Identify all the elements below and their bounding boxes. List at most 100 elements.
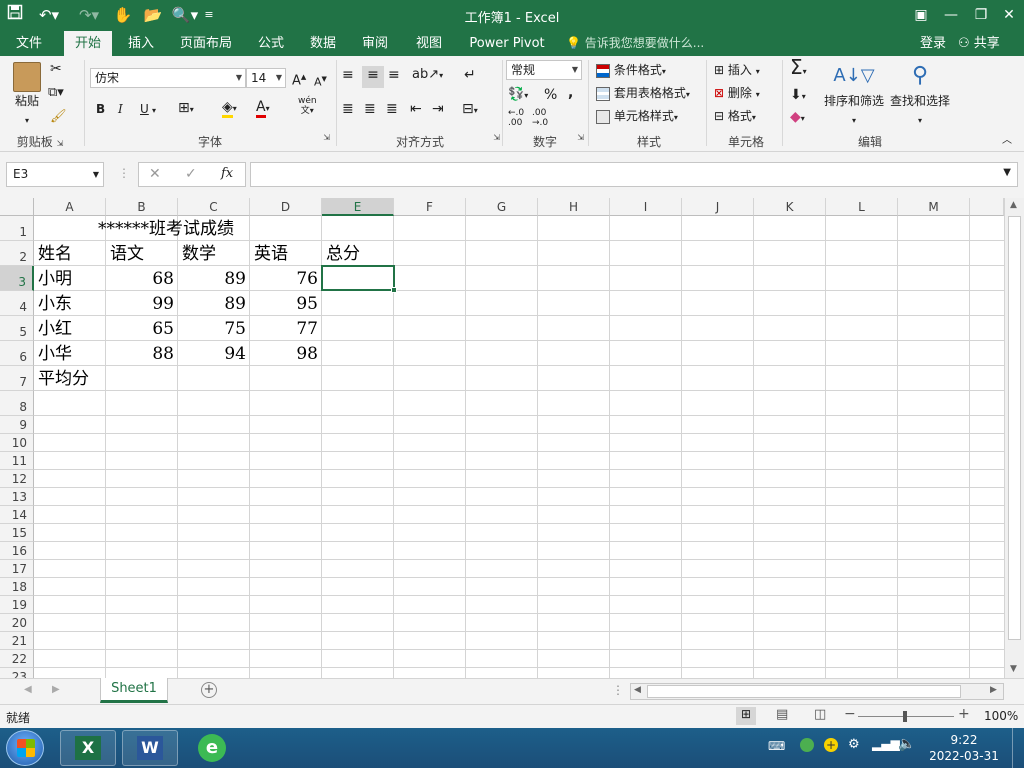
formula-input[interactable]: ▼	[250, 162, 1018, 187]
column-header-b[interactable]: B	[106, 198, 178, 216]
enter-icon[interactable]: ✓	[185, 166, 197, 182]
fill-handle[interactable]	[391, 287, 397, 293]
font-color-icon[interactable]: A▾	[256, 98, 270, 118]
tab-view[interactable]: 视图	[408, 31, 450, 56]
align-center-icon[interactable]: ≣	[364, 100, 376, 118]
chinese-score-cell[interactable]: 65	[106, 318, 174, 340]
column-header-d[interactable]: D	[250, 198, 322, 216]
row-header-4[interactable]: 4	[0, 291, 34, 316]
login-link[interactable]: 登录	[920, 31, 946, 56]
chinese-score-cell[interactable]: 88	[106, 343, 174, 365]
sheet-tab-sheet1[interactable]: Sheet1	[100, 678, 168, 703]
scroll-right-icon[interactable]: ▶	[990, 685, 997, 695]
student-name-cell[interactable]: 小红	[38, 318, 72, 340]
row-header-23[interactable]: 23	[0, 668, 34, 678]
tab-data[interactable]: 数据	[302, 31, 344, 56]
english-score-cell[interactable]: 77	[250, 318, 318, 340]
zoom-in-icon[interactable]: +	[958, 706, 970, 722]
column-header-a[interactable]: A	[34, 198, 106, 216]
row-header-16[interactable]: 16	[0, 542, 34, 560]
underline-button[interactable]: U	[140, 100, 149, 118]
paste-button[interactable]: 粘贴 ▾	[10, 60, 44, 125]
worksheet-grid[interactable]: A B C D E F G H I J K L M 1 2 3 4 5 6 7 …	[0, 198, 1024, 678]
cancel-icon[interactable]: ✕	[149, 166, 161, 182]
vertical-scroll-thumb[interactable]	[1008, 216, 1021, 640]
normal-view-icon[interactable]: ⊞	[736, 707, 756, 725]
tray-plus-icon[interactable]: +	[824, 738, 838, 752]
row-header-8[interactable]: 8	[0, 391, 34, 416]
align-bottom-icon[interactable]: ≡	[388, 66, 400, 84]
header-chinese-cell[interactable]: 语文	[110, 243, 144, 265]
math-score-cell[interactable]: 89	[178, 293, 246, 315]
prev-sheet-icon[interactable]: ◀	[24, 684, 32, 695]
student-name-cell[interactable]: 小华	[38, 343, 72, 365]
autosum-icon[interactable]: Σ▾	[790, 57, 807, 81]
chinese-score-cell[interactable]: 99	[106, 293, 174, 315]
english-score-cell[interactable]: 76	[250, 268, 318, 290]
conditional-formatting-button[interactable]: 条件格式▾	[596, 61, 666, 81]
next-sheet-icon[interactable]: ▶	[52, 684, 60, 695]
tab-formulas[interactable]: 公式	[250, 31, 292, 56]
wrap-text-icon[interactable]: ↵	[464, 66, 476, 84]
sheet-title-cell[interactable]: ******班考试成绩	[98, 218, 234, 240]
average-label-cell[interactable]: 平均分	[38, 368, 89, 390]
scroll-down-icon[interactable]: ▼	[1010, 664, 1017, 674]
increase-decimal-icon[interactable]: ←.0.00	[508, 108, 524, 128]
orientation-icon[interactable]: ab↗▾	[412, 66, 443, 85]
insert-cells-button[interactable]: ⊞ 插入 ▾	[714, 61, 760, 81]
font-size-select[interactable]: 14 ▼	[246, 68, 286, 88]
english-score-cell[interactable]: 98	[250, 343, 318, 365]
tell-me-search[interactable]: 💡 告诉我您想要做什么...	[566, 31, 704, 56]
column-header-h[interactable]: H	[538, 198, 610, 216]
taskbar-browser[interactable]: e	[184, 730, 240, 766]
close-button[interactable]: ✕	[994, 2, 1024, 28]
align-top-icon[interactable]: ≡	[342, 66, 354, 84]
header-english-cell[interactable]: 英语	[254, 243, 288, 265]
cut-icon[interactable]: ✂	[50, 60, 62, 78]
math-score-cell[interactable]: 89	[178, 268, 246, 290]
format-cells-button[interactable]: ⊟ 格式▾	[714, 107, 756, 127]
row-header-10[interactable]: 10	[0, 434, 34, 452]
align-middle-icon[interactable]: ≡	[362, 66, 384, 88]
vertical-scrollbar[interactable]: ▲ ▼	[1004, 198, 1024, 678]
row-header-3[interactable]: 3	[0, 266, 34, 291]
scroll-left-icon[interactable]: ◀	[634, 685, 641, 695]
tab-splitter-icon[interactable]: ⋮	[612, 683, 624, 697]
decrease-font-icon[interactable]: A▼	[314, 70, 327, 92]
english-score-cell[interactable]: 95	[250, 293, 318, 315]
fill-color-icon[interactable]: ◈▾	[222, 98, 237, 118]
format-painter-icon[interactable]: 🖌	[50, 108, 67, 126]
header-total-cell[interactable]: 总分	[326, 243, 360, 265]
zoom-out-icon[interactable]: −	[844, 706, 856, 722]
tab-page-layout[interactable]: 页面布局	[172, 31, 240, 56]
collapse-ribbon-icon[interactable]: ︿	[1002, 132, 1012, 150]
keyboard-icon[interactable]: ⌨	[768, 739, 785, 753]
decrease-indent-icon[interactable]: ⇤	[410, 100, 422, 118]
student-name-cell[interactable]: 小明	[38, 268, 72, 290]
select-all-corner[interactable]	[0, 198, 34, 216]
row-header-2[interactable]: 2	[0, 241, 34, 266]
row-header-1[interactable]: 1	[0, 216, 34, 241]
borders-icon[interactable]: ⊞▾	[178, 99, 194, 119]
restore-button[interactable]: ❐	[966, 2, 996, 28]
delete-cells-button[interactable]: ⊠ 删除 ▾	[714, 84, 760, 104]
row-header-15[interactable]: 15	[0, 524, 34, 542]
taskbar-word[interactable]: W	[122, 730, 178, 766]
scroll-up-icon[interactable]: ▲	[1010, 200, 1017, 210]
comma-style-button[interactable]: ,	[568, 84, 573, 102]
column-header-i[interactable]: I	[610, 198, 682, 216]
row-header-19[interactable]: 19	[0, 596, 34, 614]
row-header-5[interactable]: 5	[0, 316, 34, 341]
tray-tools-icon[interactable]: ⚙	[848, 737, 860, 752]
name-box[interactable]: E3 ▼	[6, 162, 104, 187]
zoom-level[interactable]: 100%	[984, 709, 1018, 723]
accounting-format-icon[interactable]: 💱▾	[508, 86, 528, 105]
merge-center-icon[interactable]: ⊟▾	[462, 100, 478, 120]
clear-icon[interactable]: ◆▾	[790, 108, 805, 128]
italic-button[interactable]: I	[118, 100, 123, 118]
sort-filter-button[interactable]: A↓▽ 排序和筛选 ▾	[822, 60, 886, 130]
tray-app-icon[interactable]	[800, 738, 814, 752]
align-left-icon[interactable]: ≣	[342, 100, 354, 118]
row-header-11[interactable]: 11	[0, 452, 34, 470]
row-header-21[interactable]: 21	[0, 632, 34, 650]
